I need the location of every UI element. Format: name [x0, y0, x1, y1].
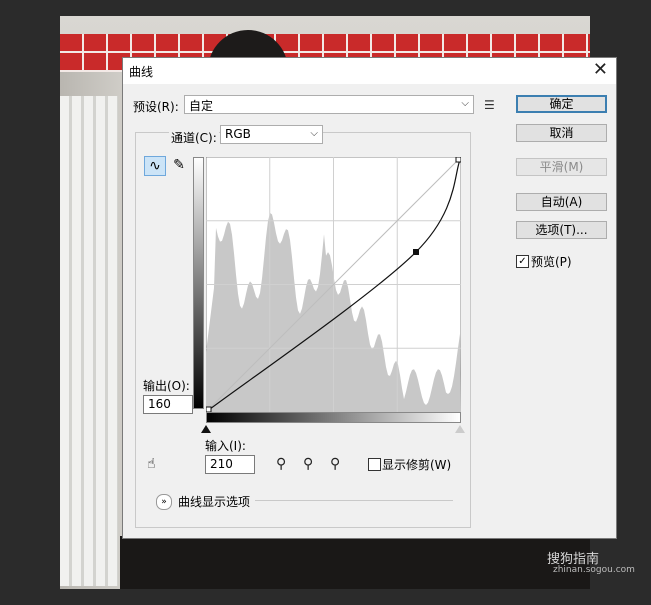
checkmark-icon: ✓	[518, 256, 527, 267]
dialog-title: 曲线	[129, 65, 154, 79]
channel-select[interactable]: RGB ⌵	[220, 125, 323, 144]
expand-chevron-icon[interactable]: »	[156, 494, 172, 510]
preset-select[interactable]: 自定 ⌵	[184, 95, 474, 114]
curves-graph[interactable]	[206, 157, 461, 412]
divider	[255, 500, 453, 501]
input-label: 输入(I):	[205, 439, 246, 453]
auto-button[interactable]: 自动(A)	[516, 193, 607, 211]
close-icon[interactable]: ✕	[593, 60, 608, 80]
chevron-down-icon: ⌵	[310, 128, 318, 139]
gray-eyedropper-icon[interactable]: ⚲	[303, 456, 313, 472]
black-eyedropper-icon[interactable]: ⚲	[276, 456, 286, 472]
options-button[interactable]: 选项(T)...	[516, 221, 607, 239]
curve-control-point[interactable]	[413, 249, 419, 255]
channel-value: RGB	[225, 127, 251, 141]
preview-checkbox[interactable]: ✓	[516, 255, 529, 268]
black-point-slider[interactable]	[201, 425, 211, 433]
sogou-watermark: 搜狗指南 zhinan.sogou.com	[547, 548, 635, 575]
pencil-icon: ✎	[173, 157, 185, 173]
pencil-tool[interactable]: ✎	[168, 156, 190, 176]
input-gradient-bar	[206, 412, 461, 423]
curve-display-options-label: 曲线显示选项	[178, 495, 251, 509]
channel-label: 通道(C):	[169, 129, 219, 146]
show-clipping-checkbox[interactable]	[368, 458, 381, 471]
preset-value: 自定	[189, 99, 214, 113]
ok-button[interactable]: 确定	[516, 95, 607, 113]
curve-control-point[interactable]	[455, 157, 461, 163]
curve-icon: ∿	[149, 158, 161, 174]
chevron-down-icon: ⌵	[461, 98, 469, 109]
curves-dialog: 曲线 ✕ 预设(R): 自定 ⌵ ☰ 确定 取消 平滑(M) 自动(A) 选项(…	[122, 57, 617, 539]
output-field[interactable]: 160	[143, 395, 193, 414]
output-gradient-bar	[193, 157, 204, 409]
white-point-slider[interactable]	[455, 425, 465, 433]
preview-label: 预览(P)	[531, 255, 572, 269]
cancel-button[interactable]: 取消	[516, 124, 607, 142]
dark-floor	[120, 536, 590, 589]
watermark-url: zhinan.sogou.com	[553, 565, 635, 575]
curve-point-tool[interactable]: ∿	[144, 156, 166, 176]
shower-curtain	[60, 96, 118, 586]
output-label: 输出(O):	[143, 379, 190, 393]
smooth-button[interactable]: 平滑(M)	[516, 158, 607, 176]
title-bar: 曲线 ✕	[123, 58, 616, 84]
input-field[interactable]: 210	[205, 455, 255, 474]
show-clipping-label: 显示修剪(W)	[382, 458, 452, 472]
preset-label: 预设(R):	[133, 100, 179, 114]
list-menu-icon[interactable]: ☰	[484, 98, 495, 112]
white-eyedropper-icon[interactable]: ⚲	[330, 456, 340, 472]
hand-adjust-icon[interactable]: ☝	[147, 456, 156, 472]
